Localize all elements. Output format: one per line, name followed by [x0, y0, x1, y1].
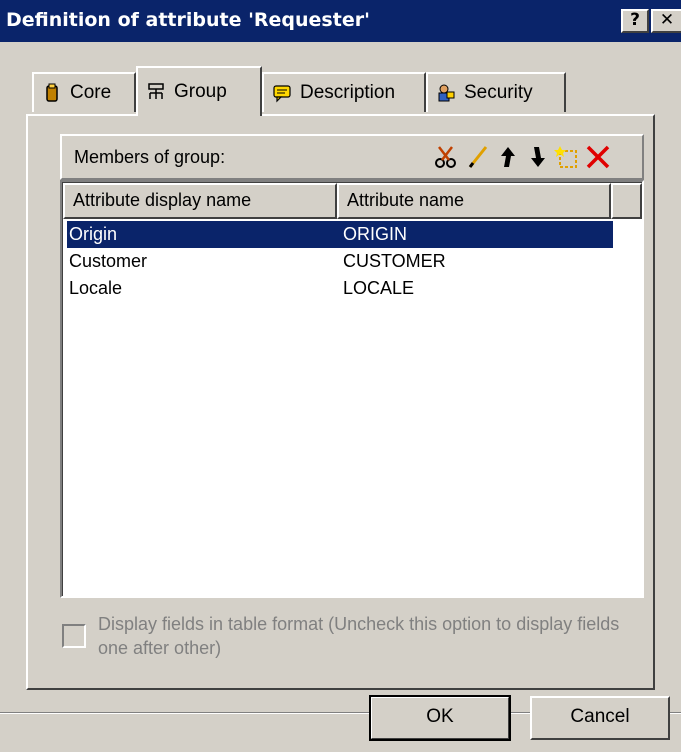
description-icon — [273, 85, 291, 103]
tab-security[interactable]: Security — [426, 72, 566, 112]
new-icon[interactable] — [554, 142, 582, 172]
edit-icon[interactable] — [464, 142, 492, 172]
tab-core-label: Core — [70, 82, 112, 103]
table-row[interactable]: Origin ORIGIN — [67, 221, 613, 248]
move-down-icon[interactable] — [524, 142, 552, 172]
column-header-attribute-name[interactable]: Attribute name — [337, 183, 611, 219]
help-button[interactable]: ? — [621, 9, 649, 33]
delete-icon[interactable] — [584, 142, 612, 172]
table-row[interactable]: Locale LOCALE — [67, 275, 613, 302]
table-format-checkbox[interactable] — [62, 624, 86, 648]
cancel-button[interactable]: Cancel — [530, 696, 670, 740]
window-title: Definition of attribute 'Requester' — [6, 9, 370, 31]
table-format-label: Display fields in table format (Uncheck … — [98, 614, 620, 658]
move-up-icon[interactable] — [494, 142, 522, 172]
tab-group[interactable]: Group — [136, 66, 262, 116]
members-label: Members of group: — [74, 147, 226, 167]
title-bar: Definition of attribute 'Requester' ? ✕ — [0, 0, 681, 42]
row-display-name: Customer — [69, 251, 148, 271]
row-attribute-name: CUSTOMER — [343, 251, 446, 271]
members-list[interactable]: Attribute display name Attribute name Or… — [60, 180, 644, 598]
close-button[interactable]: ✕ — [651, 9, 681, 33]
tab-group-label: Group — [174, 81, 227, 102]
row-display-name: Origin — [69, 224, 118, 244]
tab-description[interactable]: Description — [262, 72, 426, 112]
cut-icon[interactable] — [432, 142, 460, 172]
table-row[interactable]: Customer CUSTOMER — [67, 248, 613, 275]
row-attribute-name: ORIGIN — [343, 224, 408, 244]
members-toolbar: Members of group: — [60, 134, 644, 180]
ok-button[interactable]: OK — [369, 695, 511, 741]
row-display-name: Locale — [69, 278, 123, 298]
core-icon — [46, 83, 58, 102]
row-attribute-name: LOCALE — [343, 278, 415, 298]
tab-core[interactable]: Core — [32, 72, 136, 112]
tab-description-label: Description — [300, 82, 396, 103]
security-icon — [438, 84, 455, 102]
column-header-display-name[interactable]: Attribute display name — [63, 183, 337, 219]
group-icon — [148, 83, 164, 99]
column-header-filler — [611, 183, 642, 219]
tab-security-label: Security — [464, 82, 533, 103]
